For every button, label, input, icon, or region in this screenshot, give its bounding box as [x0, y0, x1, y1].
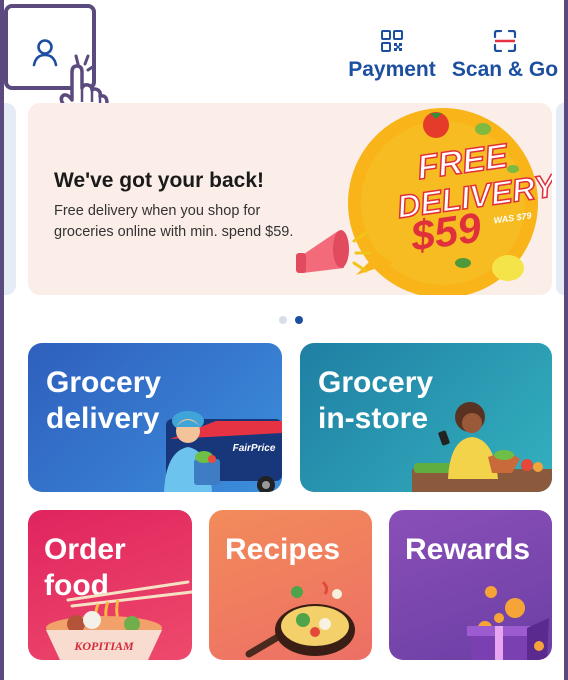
rewards-label: Rewards: [405, 533, 531, 566]
shopper-illustration: [412, 402, 552, 492]
carousel-next-card[interactable]: [556, 103, 564, 295]
scan-icon: [493, 30, 517, 52]
megaphone-icon: [296, 230, 372, 273]
delivery-van-illustration: FairPrice: [164, 411, 282, 492]
kopitiam-logo: KOPITIAM: [73, 639, 134, 653]
carousel-dot-active[interactable]: [295, 316, 303, 324]
grocery-delivery-tile[interactable]: Grocery delivery FairPrice: [28, 343, 282, 492]
reward-coins-gift-illustration: [467, 586, 549, 660]
order-food-tile[interactable]: Order food KOPITIAM: [28, 510, 192, 660]
scan-and-go-button[interactable]: Scan & Go: [450, 30, 560, 82]
noodle-bowl-illustration: KOPITIAM: [46, 580, 192, 660]
rewards-tile[interactable]: Rewards: [389, 510, 552, 660]
payment-button[interactable]: Payment: [346, 30, 438, 82]
free-delivery-promo-graphic: FREE DELIVERY $59 WAS $79: [296, 108, 552, 295]
payment-label: Payment: [348, 58, 436, 81]
carousel-pagination: [279, 316, 303, 324]
promo-price-text: $59: [407, 203, 485, 260]
qr-code-icon: [381, 30, 403, 52]
home-screen: Payment Scan & Go We've got your back! F…: [4, 0, 564, 680]
scan-and-go-label: Scan & Go: [451, 58, 559, 81]
recipes-label: Recipes: [225, 533, 341, 566]
carousel-dot[interactable]: [279, 316, 287, 324]
promo-banner[interactable]: We've got your back! Free delivery when …: [28, 103, 552, 295]
recipes-tile[interactable]: Recipes: [209, 510, 372, 660]
grocery-instore-tile[interactable]: Grocery in-store: [300, 343, 552, 492]
carousel-prev-card[interactable]: [4, 103, 16, 295]
banner-title: We've got your back!: [54, 169, 264, 192]
fairprice-logo: FairPrice: [233, 443, 276, 454]
cooking-pan-illustration: [245, 580, 355, 658]
